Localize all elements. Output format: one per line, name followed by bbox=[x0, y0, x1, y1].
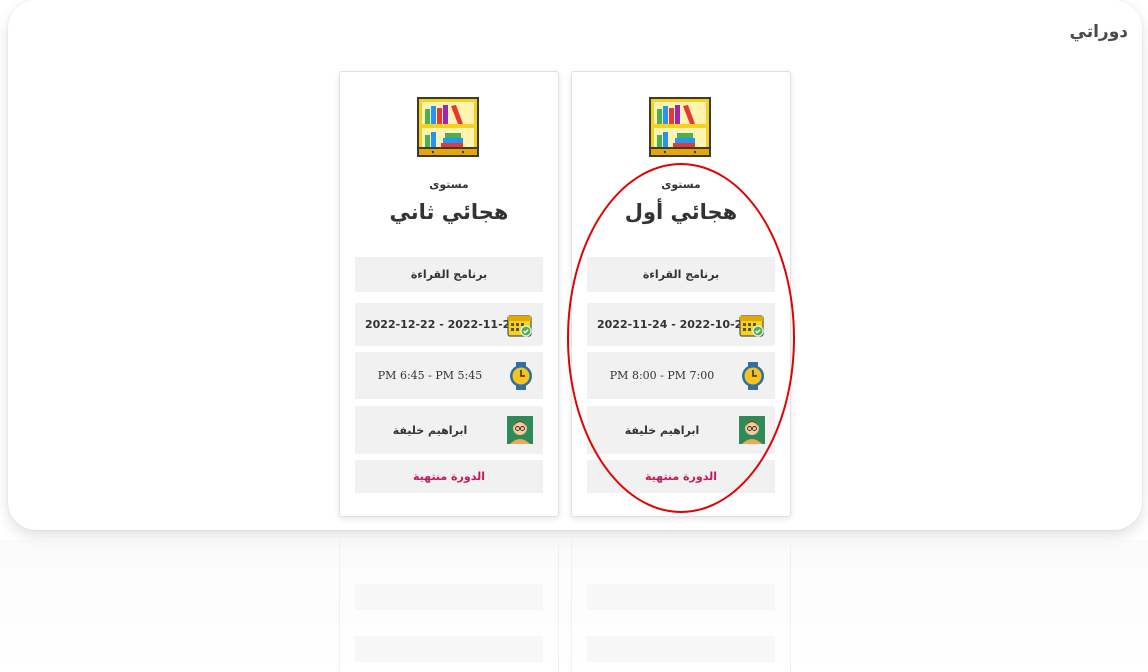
level-label: مستوى bbox=[429, 178, 469, 191]
course-name[interactable]: هجائي ثاني bbox=[340, 200, 558, 224]
calendar-icon bbox=[507, 314, 532, 337]
card-reflection bbox=[571, 540, 791, 672]
status-badge: الدورة منتهية bbox=[413, 470, 485, 483]
teacher-avatar-icon bbox=[507, 416, 533, 444]
bookshelf-icon bbox=[417, 97, 479, 157]
reflection-row bbox=[355, 636, 543, 662]
bookshelf-icon bbox=[649, 97, 711, 157]
page-title: دوراتي bbox=[1069, 22, 1129, 42]
dates-row: 2022-12-22 - 2022-11-26 bbox=[355, 303, 543, 346]
clock-icon bbox=[510, 361, 532, 390]
time-row: PM 6:45 - PM 5:45 bbox=[355, 352, 543, 399]
card-reflection bbox=[339, 540, 559, 672]
program-row: برنامج القراءة bbox=[355, 257, 543, 292]
teacher-name: ابراهيم خليفة bbox=[392, 423, 468, 437]
status-row: الدورة منتهية bbox=[355, 460, 543, 493]
course-dates: 2022-12-22 - 2022-11-26 bbox=[365, 318, 518, 331]
course-time: PM 6:45 - PM 5:45 bbox=[377, 369, 483, 382]
course-card[interactable]: مستوى هجائي ثاني برنامج القراءة 2022-12-… bbox=[339, 71, 559, 517]
highlight-ring bbox=[567, 163, 795, 513]
program-label: برنامج القراءة bbox=[410, 268, 488, 281]
teacher-row: ابراهيم خليفة bbox=[355, 406, 543, 454]
reflection-row bbox=[355, 584, 543, 610]
reflection-row bbox=[587, 584, 775, 610]
reflection-row bbox=[587, 636, 775, 662]
